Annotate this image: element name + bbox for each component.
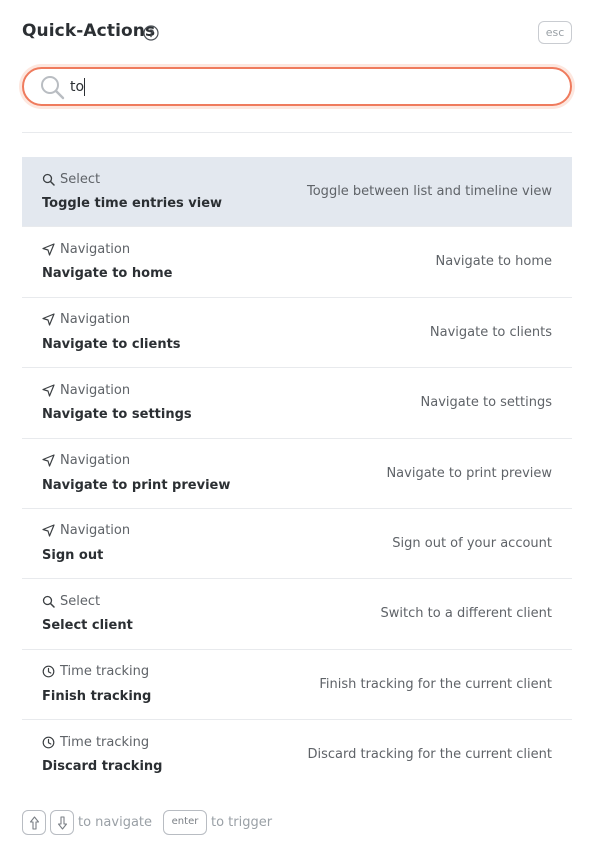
arrow-down-key <box>50 810 74 835</box>
action-description: Sign out of your account <box>392 535 552 551</box>
clock-icon <box>42 736 60 749</box>
page-title: Quick-Actions <box>22 21 156 41</box>
text-caret <box>84 78 85 96</box>
keyboard-hints: to navigate enter to trigger <box>22 810 572 836</box>
action-category-label: Navigation <box>60 523 131 539</box>
action-category-label: Select <box>60 593 101 609</box>
action-category: Navigation <box>42 523 130 539</box>
action-item[interactable]: Time tracking Finish tracking Finish track… <box>22 650 572 721</box>
navigation-arrow-icon <box>42 524 60 538</box>
action-name: Sign out <box>42 547 104 563</box>
action-item[interactable]: Navigation Navigate to clients Navigate to… <box>22 298 572 369</box>
action-description: Switch to a different client <box>380 606 552 622</box>
action-category-label: Navigation <box>60 312 131 328</box>
action-category: Navigation <box>42 453 130 469</box>
action-description: Navigate to clients <box>429 324 552 340</box>
search-icon <box>42 173 60 186</box>
action-name: Toggle time entries view <box>42 196 223 211</box>
action-category: Select <box>42 171 100 187</box>
action-name: Finish tracking <box>42 688 152 704</box>
navigation-arrow-icon <box>42 454 60 467</box>
action-item[interactable]: Navigation Navigate to print preview Navig… <box>22 439 572 509</box>
action-category: Navigation <box>42 241 130 257</box>
enter-key: enter <box>163 810 207 835</box>
action-item[interactable]: Navigation Navigate to home Navigate to ho… <box>22 227 572 298</box>
actions-list: Select Toggle time entries view Toggle bet… <box>22 157 572 791</box>
action-category: Time tracking <box>42 664 149 680</box>
action-item[interactable]: Time tracking Discard tracking Discard tra… <box>22 720 572 790</box>
action-category: Time tracking <box>42 734 149 750</box>
action-category-label: Navigation <box>60 382 131 398</box>
action-description: Finish tracking for the current client <box>319 676 552 692</box>
action-item[interactable]: Navigation Sign out Sign out of your accou… <box>22 509 572 580</box>
action-name: Select client <box>42 618 133 634</box>
action-item[interactable]: Navigation Navigate to settings Navigate t… <box>22 368 572 439</box>
navigation-arrow-icon <box>42 313 60 326</box>
action-category-label: Navigation <box>60 453 131 469</box>
action-category: Navigation <box>42 312 130 328</box>
action-name: Navigate to home <box>42 266 173 282</box>
action-name: Navigate to print preview <box>42 477 231 493</box>
action-name: Navigate to clients <box>42 336 181 352</box>
search-input[interactable] <box>70 75 550 99</box>
clock-icon <box>42 665 60 678</box>
trigger-hint: to trigger <box>211 815 273 830</box>
action-name: Discard tracking <box>42 759 163 775</box>
search-box[interactable] <box>22 67 572 106</box>
action-name: Navigate to settings <box>42 407 192 423</box>
action-item[interactable]: Select Select client Switch to a different… <box>22 579 572 650</box>
action-category-label: Select <box>60 171 101 187</box>
arrow-up-icon <box>29 816 40 830</box>
esc-button[interactable]: esc <box>538 21 572 44</box>
header: Quick-Actions esc <box>22 18 572 46</box>
action-category-label: Navigation <box>60 241 131 257</box>
action-category-label: Time tracking <box>60 734 150 750</box>
arrow-down-icon <box>57 816 68 830</box>
action-description: Navigate to print preview <box>386 465 552 481</box>
action-category-label: Time tracking <box>60 664 150 680</box>
search-icon <box>42 595 60 608</box>
navigate-hint: to navigate <box>78 815 153 830</box>
help-icon[interactable] <box>143 25 159 41</box>
action-description: Navigate to settings <box>420 395 552 411</box>
divider <box>22 132 572 133</box>
arrow-up-key <box>22 810 46 835</box>
navigation-arrow-icon <box>42 243 60 256</box>
search-icon <box>41 76 65 100</box>
action-description: Navigate to home <box>435 254 552 270</box>
action-description: Discard tracking for the current client <box>307 747 552 763</box>
action-category: Select <box>42 593 100 609</box>
action-item[interactable]: Select Toggle time entries view Toggle bet… <box>22 157 572 228</box>
action-description: Toggle between list and timeline view <box>307 184 552 199</box>
action-category: Navigation <box>42 382 130 398</box>
navigation-arrow-icon <box>42 384 60 397</box>
